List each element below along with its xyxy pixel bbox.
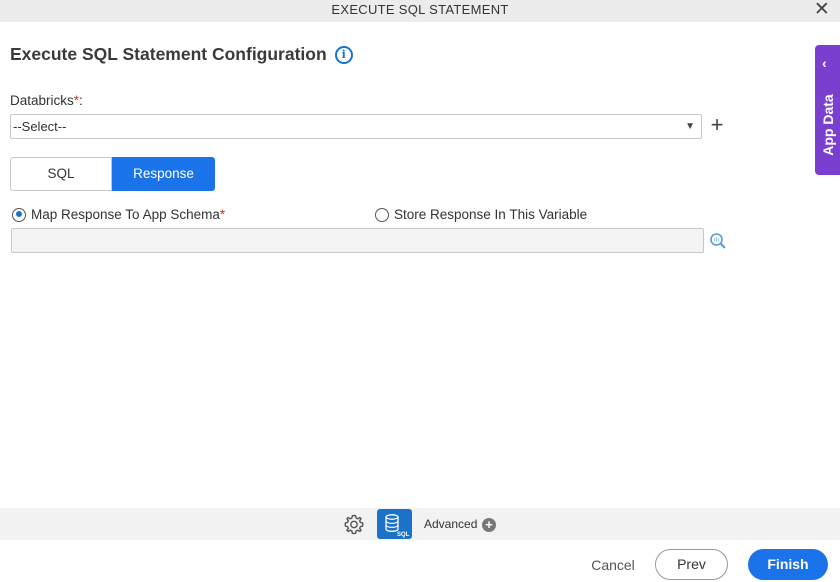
finish-button[interactable]: Finish [748,549,828,580]
radio-store-variable-label: Store Response In This Variable [394,207,588,222]
radio-store-variable[interactable]: Store Response In This Variable [375,207,587,222]
app-data-label: App Data [819,94,836,156]
prev-button[interactable]: Prev [655,549,728,580]
advanced-label[interactable]: Advanced [424,517,477,531]
plus-circle-icon[interactable]: + [482,518,496,532]
dialog-titlebar: EXECUTE SQL STATEMENT ✕ [0,0,840,22]
chevron-down-icon: ▼ [685,121,695,132]
chevron-left-icon: ‹ [822,55,827,71]
page-title: Execute SQL Statement Configuration i [10,44,353,65]
search-icon[interactable] [709,232,727,250]
radio-button-selected[interactable] [12,207,26,222]
databricks-select[interactable]: --Select-- ▼ [10,114,702,139]
app-schema-input[interactable] [11,228,704,253]
info-icon[interactable]: i [334,45,353,64]
databricks-label: Databricks*: [10,93,83,108]
required-mark: * [219,207,226,222]
sql-statement-icon[interactable]: SQL [377,509,412,539]
app-data-panel-toggle[interactable]: ‹ App Data [815,45,840,175]
tab-sql[interactable]: SQL [10,157,112,191]
bottom-toolbar: SQL Advanced + [0,508,840,540]
close-icon[interactable]: ✕ [812,0,832,20]
tab-bar: SQL Response [10,157,215,191]
databricks-select-value: --Select-- [13,119,67,134]
radio-map-response[interactable]: Map Response To App Schema* [12,207,225,222]
radio-button-unselected[interactable] [375,207,389,222]
add-connection-icon[interactable]: + [708,113,726,139]
cancel-button[interactable]: Cancel [580,553,646,577]
page-title-text: Execute SQL Statement Configuration [10,44,327,64]
gear-icon[interactable] [343,513,365,535]
tab-response[interactable]: Response [112,157,215,191]
dialog-title: EXECUTE SQL STATEMENT [331,2,509,17]
radio-map-response-label: Map Response To App Schema* [31,207,226,222]
sql-icon-text: SQL [397,532,410,538]
